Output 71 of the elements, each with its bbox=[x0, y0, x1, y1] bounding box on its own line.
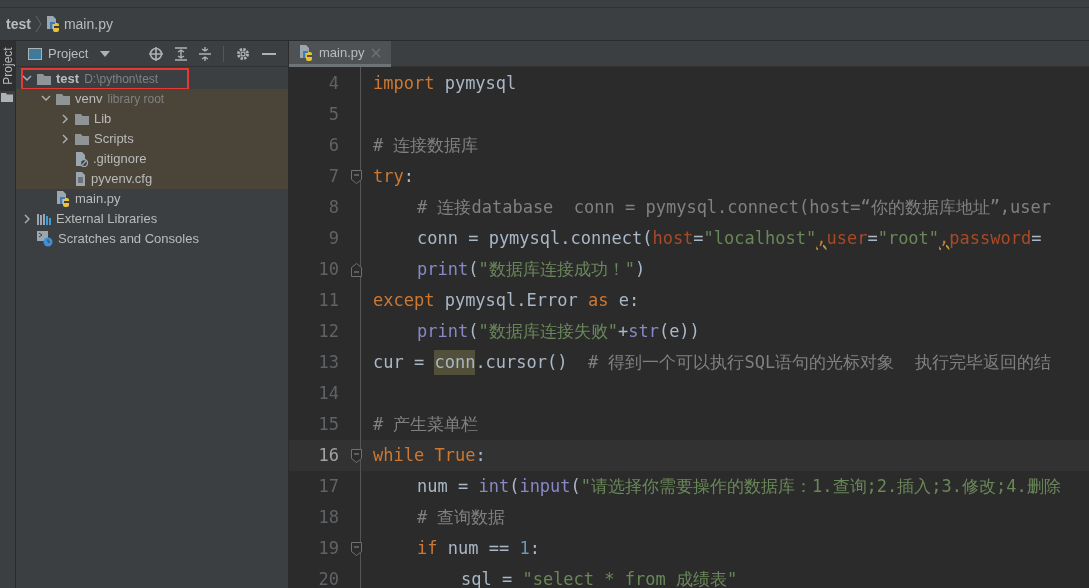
python-file-icon bbox=[56, 191, 70, 207]
folder-icon bbox=[75, 133, 89, 145]
path-hint: D:\python\test bbox=[84, 71, 159, 88]
settings-icon[interactable] bbox=[236, 46, 250, 61]
console-clock-icon bbox=[37, 231, 53, 247]
line-number: 20 bbox=[317, 567, 340, 588]
line-number: 4 bbox=[327, 71, 340, 95]
code-line: # 查询数据 bbox=[416, 505, 506, 529]
fold-marker-icon[interactable] bbox=[350, 541, 362, 556]
code-line: except pymysql.Error as e: bbox=[372, 288, 640, 312]
tree-item[interactable]: Scripts bbox=[94, 129, 134, 149]
line-number: 19 bbox=[317, 536, 340, 560]
line-number: 10 bbox=[317, 257, 340, 281]
window-icon bbox=[28, 47, 42, 60]
tree-item[interactable]: main.py bbox=[75, 189, 121, 209]
python-file-icon bbox=[299, 44, 313, 61]
folder-icon bbox=[37, 73, 51, 85]
code-line: num = int(input("请选择你需要操作的数据库：1.查询;2.插入;3.修改;4.删除 bbox=[416, 474, 1061, 498]
tree-item[interactable]: .gitignore bbox=[93, 149, 147, 169]
dropdown-icon[interactable] bbox=[100, 50, 111, 57]
minimize-icon[interactable] bbox=[262, 52, 276, 55]
text-file-icon bbox=[75, 172, 86, 186]
ignored-file-icon bbox=[75, 151, 88, 167]
code-line: conn = pymysql.connect(host="localhost",user="root",password= bbox=[416, 226, 1042, 250]
folder-icon bbox=[75, 113, 89, 125]
fold-marker-icon[interactable] bbox=[350, 448, 362, 463]
line-number: 18 bbox=[317, 505, 340, 529]
line-number: 12 bbox=[317, 319, 340, 343]
python-file-icon bbox=[45, 16, 60, 32]
folder-icon bbox=[56, 93, 70, 105]
code-line: # 产生菜单栏 bbox=[372, 412, 479, 436]
tree-item[interactable]: test D:\python\test bbox=[22, 69, 189, 89]
code-line: print("数据库连接成功！") bbox=[416, 257, 646, 281]
chevron-icon bbox=[34, 16, 42, 32]
tree-item-label: test bbox=[56, 70, 80, 89]
tree-item[interactable]: Lib bbox=[94, 109, 112, 129]
code-line: if num == 1: bbox=[416, 536, 540, 560]
fold-marker-icon[interactable] bbox=[350, 169, 362, 184]
editor-tab[interactable]: main.py bbox=[289, 41, 391, 67]
code-line: import pymysql bbox=[372, 71, 517, 95]
line-number: 15 bbox=[317, 412, 340, 436]
code-line: while True: bbox=[372, 443, 486, 467]
line-number: 11 bbox=[317, 288, 340, 312]
line-number: 7 bbox=[327, 164, 340, 188]
panel-title[interactable]: Project bbox=[48, 43, 89, 64]
code-line: sql = "select * from 成绩表" bbox=[460, 567, 738, 588]
code-line: print("数据库连接失败"+str(e)) bbox=[416, 319, 700, 343]
line-number: 9 bbox=[327, 226, 340, 250]
libraries-icon bbox=[37, 213, 51, 225]
code-line: # 连接数据库 bbox=[372, 133, 479, 157]
line-number: 6 bbox=[327, 133, 340, 157]
tree-item[interactable]: venv bbox=[75, 89, 103, 109]
tree-item[interactable]: Scratches and Consoles bbox=[58, 229, 199, 249]
line-number: 14 bbox=[317, 381, 340, 405]
line-number: 5 bbox=[327, 102, 340, 126]
code-line: cur = conn.cursor() # 得到一个可以执行SQL语句的光标对象 执行完毕返回的结 bbox=[371, 349, 1051, 376]
path-hint: library root bbox=[107, 91, 165, 108]
line-number: 16 bbox=[317, 443, 340, 467]
tree-item[interactable]: External Libraries bbox=[56, 209, 158, 229]
side-tab[interactable]: Project bbox=[0, 41, 16, 91]
breadcrumb-item[interactable]: test bbox=[6, 13, 31, 35]
line-number: 8 bbox=[327, 195, 340, 219]
crosshair-icon[interactable] bbox=[149, 46, 163, 61]
fold-marker-icon[interactable] bbox=[350, 262, 362, 277]
breadcrumb-item[interactable]: main.py bbox=[63, 13, 113, 35]
line-number: 17 bbox=[317, 474, 340, 498]
collapse-all-icon[interactable] bbox=[199, 46, 211, 61]
line-number: 13 bbox=[317, 350, 340, 374]
expand-all-icon[interactable] bbox=[175, 46, 187, 61]
code-line: try: bbox=[372, 164, 414, 188]
code-line: # 连接database conn = pymysql.connect(host=“你的数据库地址”,user bbox=[416, 195, 1052, 219]
